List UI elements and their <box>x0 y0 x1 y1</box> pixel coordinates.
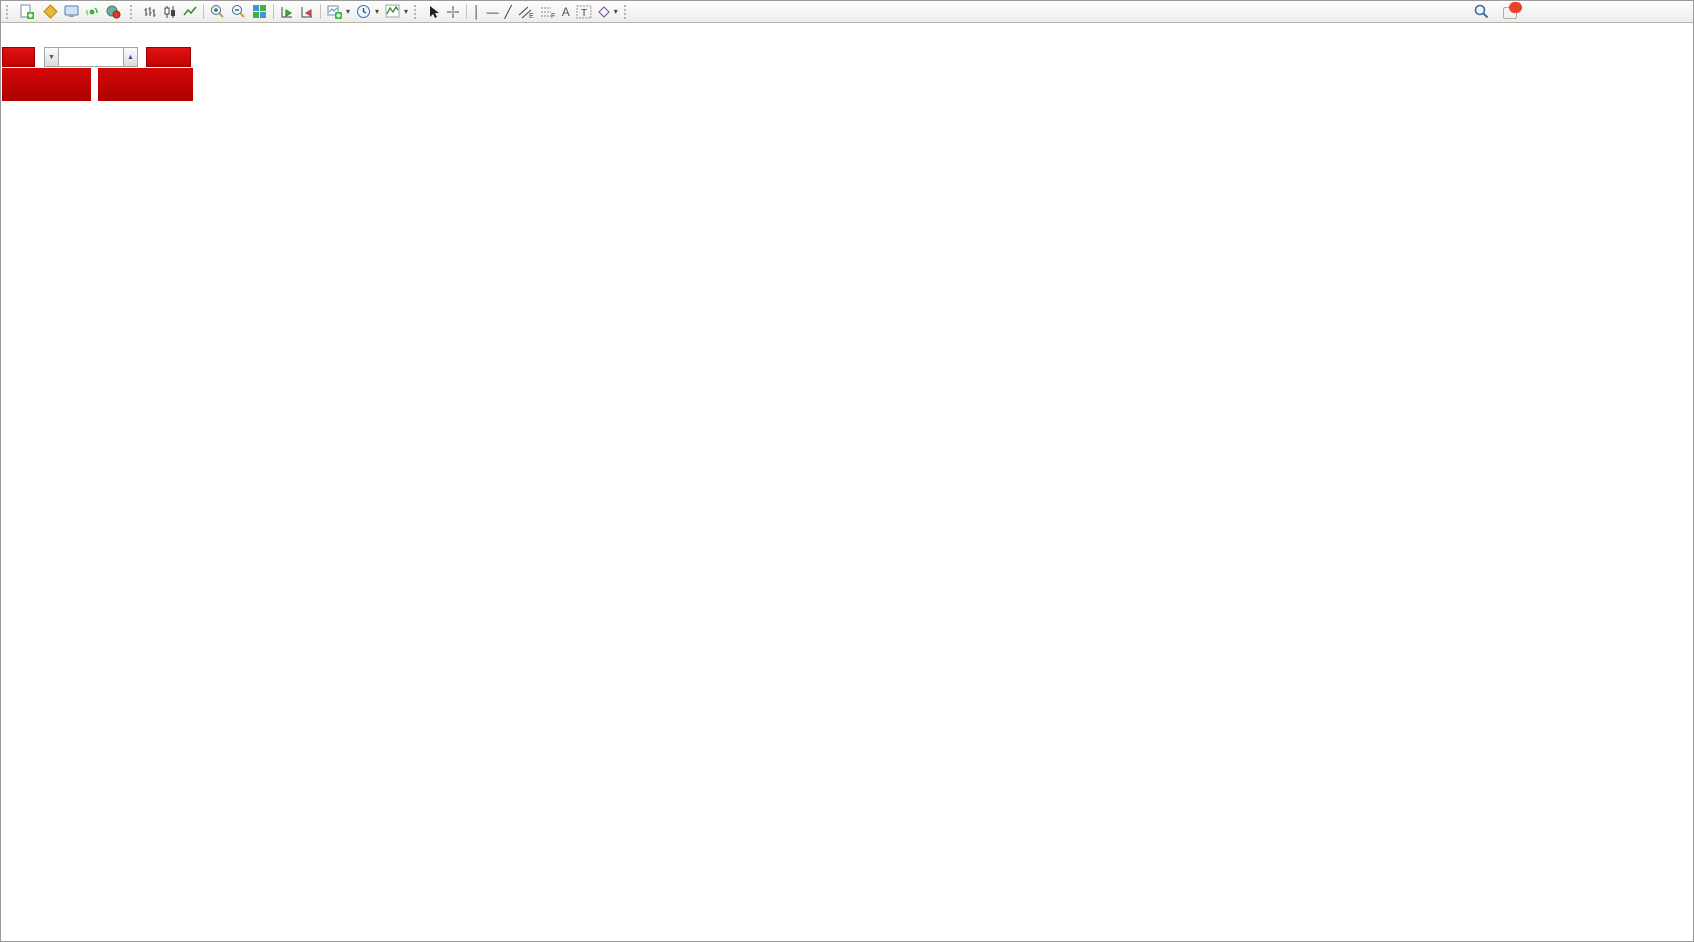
shapes-dropdown[interactable]: ▾ <box>595 3 621 21</box>
candlestick-chart-icon <box>163 5 177 19</box>
new-order-icon <box>19 4 34 19</box>
text-tool-button[interactable]: A <box>559 3 573 21</box>
text-icon: A <box>562 6 570 18</box>
periods-dropdown[interactable]: ▾ <box>353 3 382 21</box>
toolbar-separator <box>466 4 467 19</box>
toolbar-grip <box>414 5 421 19</box>
fibonacci-tool-button[interactable]: F <box>537 3 559 21</box>
main-toolbar: ▾ ▾ ▾ │ — ╱ E F A T ▾ <box>1 1 1693 23</box>
dropdown-caret-icon: ▾ <box>375 7 379 16</box>
chart-shift-button[interactable] <box>277 3 297 21</box>
label-tool-button[interactable]: T <box>573 3 595 21</box>
new-chart-icon <box>327 4 342 19</box>
text-label-icon: T <box>576 5 592 19</box>
chat-icon <box>1503 4 1520 19</box>
toolbar-grip <box>6 5 13 19</box>
sell-button[interactable] <box>2 47 35 67</box>
cursor-icon <box>427 5 440 19</box>
tile-windows-button[interactable] <box>249 3 270 21</box>
volume-increase-button[interactable]: ▲ <box>123 47 138 67</box>
toolbar-grip <box>624 5 631 19</box>
toolbar-separator <box>273 4 274 19</box>
line-chart-icon <box>183 5 197 19</box>
horizontal-line-icon: — <box>487 6 499 18</box>
zoom-out-button[interactable] <box>228 3 249 21</box>
dropdown-caret-icon: ▾ <box>404 7 408 16</box>
channel-tool-button[interactable]: E <box>515 3 537 21</box>
signal-button[interactable] <box>82 3 103 21</box>
volume-decrease-button[interactable]: ▼ <box>44 47 59 67</box>
horizontal-line-tool-button[interactable]: — <box>484 3 502 21</box>
search-button[interactable] <box>1471 3 1492 21</box>
new-order-button[interactable] <box>16 3 40 21</box>
fibonacci-icon: F <box>540 5 556 19</box>
chart-plot-area[interactable] <box>1 1 1694 942</box>
shapes-icon <box>598 6 610 18</box>
line-chart-mode-button[interactable] <box>180 3 200 21</box>
notification-count-badge <box>1509 2 1522 13</box>
trendline-tool-button[interactable]: ╱ <box>502 3 515 21</box>
cursor-tool-button[interactable] <box>424 3 443 21</box>
svg-text:F: F <box>551 13 555 19</box>
indicators-dropdown[interactable]: ▾ <box>382 3 411 21</box>
buy-price-display[interactable] <box>98 68 193 101</box>
toolbar-grip <box>130 5 137 19</box>
signal-icon <box>85 4 100 19</box>
crosshair-tool-button[interactable] <box>443 3 463 21</box>
trendline-icon: ╱ <box>505 6 512 18</box>
one-click-trade-panel: ▼ ▲ <box>2 47 194 101</box>
notifications-button[interactable] <box>1500 3 1523 21</box>
auto-scroll-button[interactable] <box>297 3 317 21</box>
buy-button[interactable] <box>146 47 191 67</box>
equidistant-channel-icon: E <box>518 5 534 19</box>
auto-trading-icon <box>106 4 121 19</box>
auto-trading-button[interactable] <box>103 3 127 21</box>
clock-icon <box>356 4 371 19</box>
crosshair-icon <box>446 5 460 19</box>
vertical-line-icon: │ <box>473 6 481 18</box>
dropdown-caret-icon: ▾ <box>614 7 618 16</box>
candle-chart-mode-button[interactable] <box>160 3 180 21</box>
zoom-in-button[interactable] <box>207 3 228 21</box>
mt4-window: ▾ ▾ ▾ │ — ╱ E F A T ▾ <box>0 0 1694 942</box>
market-watch-button[interactable] <box>61 3 82 21</box>
monitor-icon <box>64 4 79 19</box>
toolbar-separator <box>203 4 204 19</box>
bar-chart-mode-button[interactable] <box>140 3 160 21</box>
zoom-out-icon <box>231 4 246 19</box>
new-chart-dropdown[interactable]: ▾ <box>324 3 353 21</box>
sell-price-display[interactable] <box>2 68 91 101</box>
gold-diamond-icon <box>43 4 58 19</box>
mql-button[interactable] <box>40 3 61 21</box>
toolbar-separator <box>320 4 321 19</box>
tile-windows-icon <box>252 4 267 19</box>
auto-scroll-icon <box>300 5 314 19</box>
chart-shift-icon <box>280 5 294 19</box>
volume-input[interactable] <box>59 47 123 67</box>
indicators-icon <box>385 4 400 19</box>
dropdown-caret-icon: ▾ <box>346 7 350 16</box>
svg-text:T: T <box>581 8 587 19</box>
chart-title <box>9 27 15 41</box>
vertical-line-tool-button[interactable]: │ <box>470 3 484 21</box>
svg-text:E: E <box>529 13 534 19</box>
bar-chart-icon <box>143 5 157 19</box>
zoom-in-icon <box>210 4 225 19</box>
search-icon <box>1474 4 1489 19</box>
